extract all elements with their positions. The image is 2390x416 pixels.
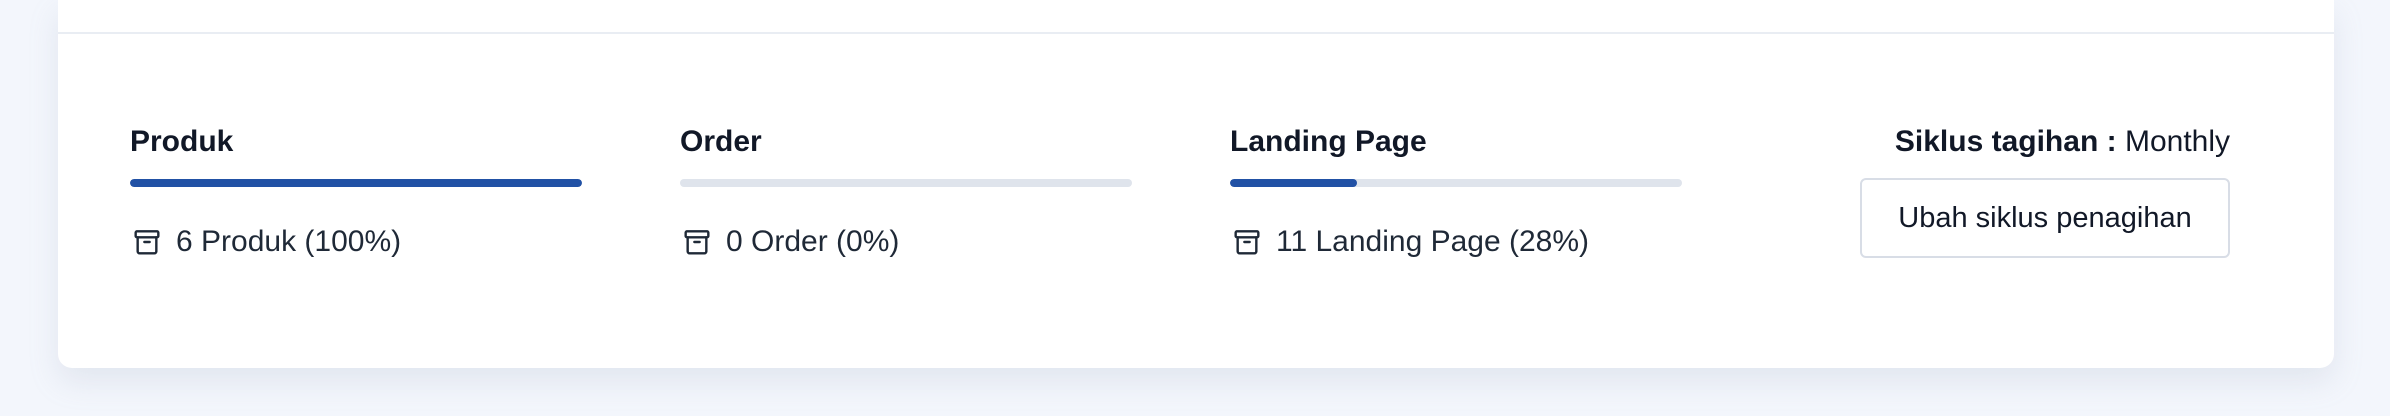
archive-box-icon xyxy=(130,225,164,259)
card-divider xyxy=(58,32,2334,34)
change-billing-cycle-button[interactable]: Ubah siklus penagihan xyxy=(1860,178,2230,258)
usage-progress-fill xyxy=(130,179,582,187)
usage-stat-produk: Produk 6 Produk (100%) xyxy=(130,122,582,262)
billing-cycle-line: Siklus tagihan : Monthly xyxy=(1850,122,2230,162)
usage-detail: 11 Landing Page (28%) xyxy=(1230,222,1682,262)
usage-stat-landing-page: Landing Page 11 Landing Page (28%) xyxy=(1230,122,1682,262)
billing-cycle-label: Siklus tagihan : xyxy=(1894,125,2117,158)
stat-title: Landing Page xyxy=(1230,125,1427,158)
stat-title: Produk xyxy=(130,125,234,158)
billing-cycle-value: Monthly xyxy=(2124,125,2230,158)
usage-stat-order: Order 0 Order (0%) xyxy=(680,122,1132,262)
usage-progress-fill xyxy=(1230,179,1357,187)
usage-text: 6 Produk (100%) xyxy=(176,225,402,258)
usage-detail: 0 Order (0%) xyxy=(680,222,1132,262)
usage-progress-bar xyxy=(1230,179,1682,187)
billing-cycle-panel: Siklus tagihan : Monthly Ubah siklus pen… xyxy=(1850,122,2230,258)
archive-box-icon xyxy=(1230,225,1264,259)
usage-text: 0 Order (0%) xyxy=(726,225,900,258)
archive-box-icon xyxy=(680,225,714,259)
subscription-usage-card: Produk 6 Produk (100%) Order 0 Order (0%… xyxy=(58,0,2334,368)
usage-text: 11 Landing Page (28%) xyxy=(1276,225,1590,258)
usage-detail: 6 Produk (100%) xyxy=(130,222,582,262)
usage-progress-bar xyxy=(680,179,1132,187)
stat-title: Order xyxy=(680,125,762,158)
usage-progress-bar xyxy=(130,179,582,187)
